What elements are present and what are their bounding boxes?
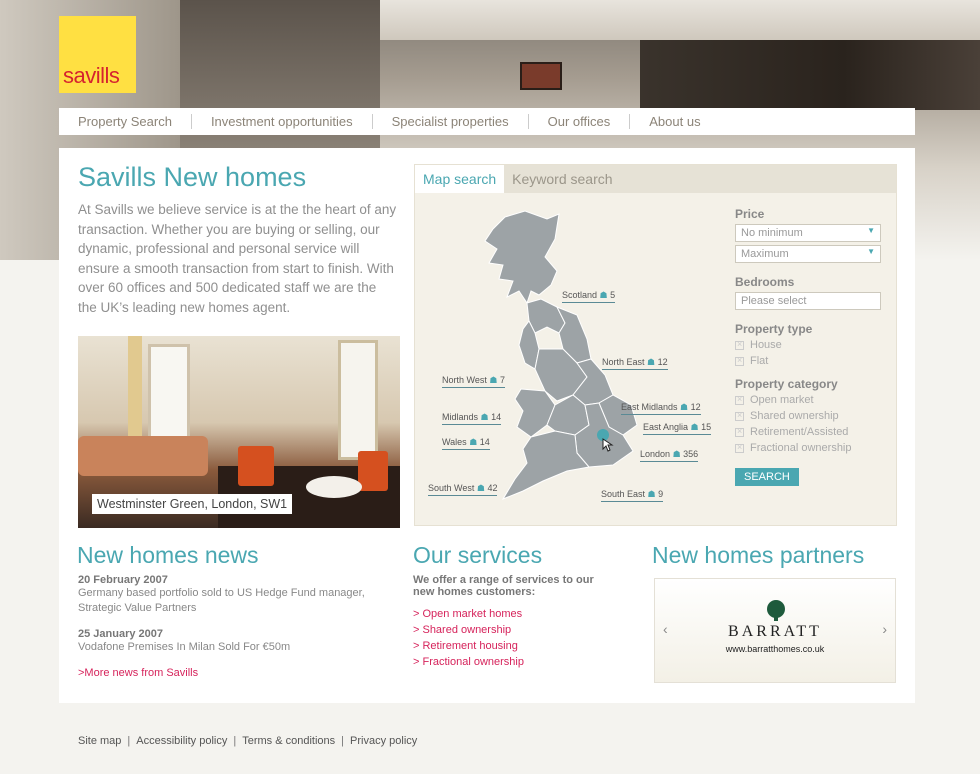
map-marker-east-midlands[interactable]: East Midlands ☗ 12 [621,402,701,415]
partner-name[interactable]: BARRATT [715,623,835,641]
footer-privacy[interactable]: Privacy policy [350,735,417,747]
footer-terms[interactable]: Terms & conditions [242,735,335,747]
bedrooms-label: Bedrooms [735,275,795,289]
main-nav: Property Search Investment opportunities… [59,108,915,135]
tv-image [520,62,562,90]
nav-about-us[interactable]: About us [630,114,719,129]
news-title: New homes news [77,542,259,568]
bedrooms-select[interactable]: Please select [735,292,881,310]
map-marker-south-east[interactable]: South East ☗ 9 [601,489,664,502]
nav-specialist-properties[interactable]: Specialist properties [373,114,529,129]
footer-site-map[interactable]: Site map [78,735,121,747]
map-marker-north-east[interactable]: North East ☗ 12 [602,357,668,370]
main-content: Savills New homes At Savills we believe … [59,148,915,703]
map-marker-london[interactable]: London ☗ 356 [640,449,699,462]
news-list: 20 February 2007 Germany based portfolio… [78,574,378,683]
intro-text: At Savills we believe service is at the … [78,202,397,315]
more-news-link[interactable]: >More news from Savills [78,667,378,679]
tab-keyword-search[interactable]: Keyword search [504,165,620,193]
next-arrow-icon[interactable]: › [882,621,887,637]
checkbox-flat[interactable]: Flat [735,355,885,367]
partners-title: New homes partners [652,542,865,568]
map-marker-midlands[interactable]: Midlands ☗ 14 [442,412,502,425]
property-category-label: Property category [735,377,838,391]
tab-map-search[interactable]: Map search [415,165,505,193]
uk-map[interactable]: Scotland ☗ 5 North East ☗ 12 North West … [427,199,717,519]
price-label: Price [735,207,765,221]
uk-map-svg [484,210,638,501]
news-item[interactable]: Vodafone Premises In Milan Sold For €50m [78,640,378,655]
map-marker-wales[interactable]: Wales ☗ 14 [442,437,490,450]
service-link-shared-ownership[interactable]: > Shared ownership [413,624,613,636]
map-marker-south-west[interactable]: South West ☗ 42 [428,483,498,496]
checkbox-open-market[interactable]: Open market [735,394,885,406]
chevron-down-icon: ▼ [867,226,875,235]
service-link-fractional[interactable]: > Fractional ownership [413,656,613,668]
photo-caption: Westminster Green, London, SW1 [92,494,293,514]
nav-our-offices[interactable]: Our offices [529,114,631,129]
property-photo: Westminster Green, London, SW1 [78,336,400,528]
search-tabs: Map search Keyword search [415,165,896,193]
map-marker-east-anglia[interactable]: East Anglia ☗ 15 [643,422,712,435]
search-button[interactable]: SEARCH [735,468,799,486]
search-form: Price No minimum ▼ Maximum ▼ Bedrooms Plea… [735,207,885,486]
services-list: We offer a range of services to our new … [413,574,613,672]
checkbox-retirement[interactable]: Retirement/Assisted [735,426,885,438]
price-max-select[interactable]: Maximum ▼ [735,245,881,263]
savills-logo[interactable]: savills [59,16,136,93]
property-type-label: Property type [735,322,813,336]
services-title: Our services [413,542,543,568]
checkbox-shared-ownership[interactable]: Shared ownership [735,410,885,422]
page-title: Savills New homes [78,162,307,192]
tree-logo-icon [767,600,785,621]
map-marker-scotland[interactable]: Scotland ☗ 5 [562,290,616,303]
service-link-retirement[interactable]: > Retirement housing [413,640,613,652]
footer-links: Site map | Accessibility policy | Terms & … [78,735,418,747]
prev-arrow-icon[interactable]: ‹ [663,621,668,637]
checkbox-fractional[interactable]: Fractional ownership [735,442,885,454]
map-marker-north-west[interactable]: North West ☗ 7 [442,375,505,388]
property-search-panel: Map search Keyword search Scotland ☗ 5 N [414,164,897,526]
checkbox-house[interactable]: House [735,339,885,351]
price-min-select[interactable]: No minimum ▼ [735,224,881,242]
footer-accessibility[interactable]: Accessibility policy [136,735,227,747]
partner-carousel: ‹ › BARRATT www.barratthomes.co.uk [654,578,896,683]
nav-property-search[interactable]: Property Search [59,114,192,129]
partner-url[interactable]: www.barratthomes.co.uk [715,644,835,654]
chevron-down-icon: ▼ [867,247,875,256]
nav-investment-opportunities[interactable]: Investment opportunities [192,114,373,129]
service-link-open-market[interactable]: > Open market homes [413,608,613,620]
news-item[interactable]: Germany based portfolio sold to US Hedge… [78,586,378,616]
